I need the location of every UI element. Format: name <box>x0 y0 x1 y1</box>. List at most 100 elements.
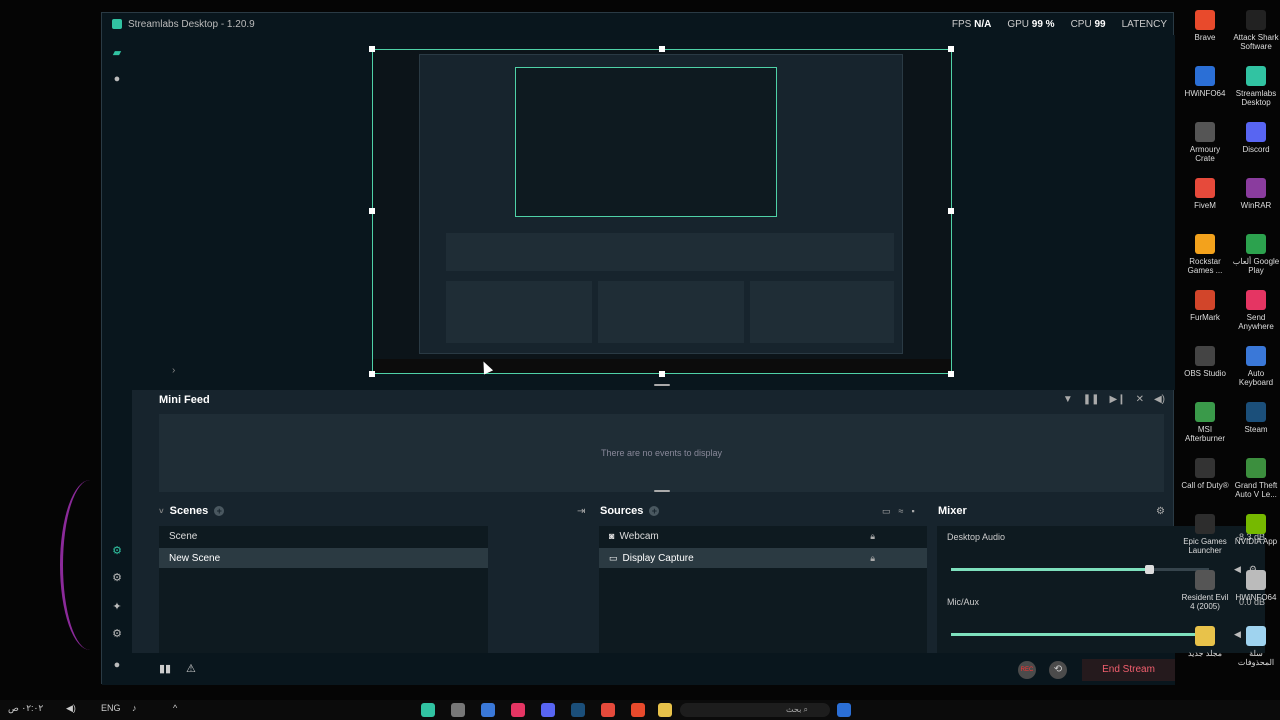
scene-item-new-scene[interactable]: New Scene <box>159 548 488 568</box>
folder-icon[interactable]: ▪ <box>911 506 922 516</box>
streamlabs-taskbar-icon[interactable] <box>421 703 435 717</box>
desktop-icon[interactable]: Resident Evil 4 (2005) <box>1180 570 1230 611</box>
collapse-chevron-icon[interactable]: ˅ <box>159 507 164 516</box>
desktop-icon[interactable]: Discord <box>1231 122 1280 154</box>
mini-feed-toolbar: ▼ ❚❚ ▶❙ ✕ ◀) <box>1063 394 1165 405</box>
volume-slider[interactable] <box>951 565 1209 574</box>
desktop: Streamlabs Desktop - 1.20.9 FPS N/A GPU … <box>0 0 1280 720</box>
desktop-icon[interactable]: WinRAR <box>1231 178 1280 210</box>
windows-start-icon[interactable] <box>837 703 851 717</box>
themes-icon[interactable]: ⚙ <box>111 572 123 584</box>
settings-taskbar-icon[interactable] <box>481 703 495 717</box>
scene-item-scene[interactable]: Scene <box>159 526 488 546</box>
resize-handle-bl[interactable] <box>369 371 375 377</box>
desktop-icon[interactable]: Rockstar Games ... <box>1180 234 1230 275</box>
preview-resize-grip[interactable] <box>654 384 670 386</box>
footer-bar: ▮▮ ⚠ REC ⟲ End Stream <box>132 653 1175 685</box>
show-hidden-icons[interactable]: ^ <box>173 703 177 713</box>
editor-icon[interactable]: ▰ <box>111 47 123 59</box>
group-icon[interactable]: ▭ <box>882 506 899 516</box>
desktop-icon[interactable]: NVIDIA App <box>1231 514 1280 546</box>
highlighter-icon[interactable]: ✦ <box>111 601 123 613</box>
resize-handle-tl[interactable] <box>369 46 375 52</box>
app-icon <box>1246 514 1266 534</box>
language-indicator[interactable]: ENG <box>101 703 121 713</box>
taskbar-search-box[interactable]: بحث ⌕ <box>680 703 830 717</box>
desktop-icon[interactable]: Call of Duty® <box>1180 458 1230 490</box>
desktop-icon-label: Rockstar Games ... <box>1187 257 1223 275</box>
desktop-icon[interactable]: FurMark <box>1180 290 1230 322</box>
app-taskbar-icon[interactable] <box>451 703 465 717</box>
app-icon <box>1195 570 1215 590</box>
volume-slider[interactable] <box>951 630 1213 639</box>
lock-icon[interactable]: 🔒︎ <box>870 553 875 564</box>
display-capture-source[interactable] <box>372 49 952 374</box>
desktop-icon[interactable]: ألعاب Google Play <box>1231 234 1280 275</box>
volume-icon[interactable]: ◀) <box>1154 394 1165 405</box>
app-icon <box>1195 10 1215 30</box>
filter-icon[interactable]: ▼ <box>1063 394 1073 405</box>
app-store-icon[interactable]: ⚙ <box>111 545 123 557</box>
lock-icon[interactable]: 🔒︎ <box>870 531 875 542</box>
desktop-icon[interactable]: Grand Theft Auto V Le... <box>1231 458 1280 499</box>
tiktok-taskbar-icon[interactable] <box>511 703 525 717</box>
nested-sources <box>598 281 744 343</box>
discord-taskbar-icon[interactable] <box>541 703 555 717</box>
desktop-icon[interactable]: MSI Afterburner <box>1180 402 1230 443</box>
desktop-icon[interactable]: FiveM <box>1180 178 1230 210</box>
profile-icon[interactable]: ● <box>111 659 123 671</box>
resize-handle-r[interactable] <box>948 208 954 214</box>
resize-handle-br[interactable] <box>948 371 954 377</box>
microphone-tray-icon[interactable]: ♪ <box>132 703 137 713</box>
record-button[interactable]: REC <box>1018 661 1036 679</box>
end-stream-button[interactable]: End Stream <box>1082 659 1175 681</box>
source-item-display-capture[interactable]: ▭ Display Capture 🔒︎ <box>599 548 927 568</box>
resize-handle-b[interactable] <box>659 371 665 377</box>
steam-taskbar-icon[interactable] <box>571 703 585 717</box>
desktop-icon[interactable]: Epic Games Launcher <box>1180 514 1230 555</box>
record-history-icon[interactable]: ● <box>111 73 123 85</box>
resize-handle-t[interactable] <box>659 46 665 52</box>
desktop-icon[interactable]: Armoury Crate <box>1180 122 1230 163</box>
streamlabs-logo-icon <box>112 19 122 29</box>
volume-tray-icon[interactable]: ◀) <box>66 703 76 714</box>
desktop-icon[interactable]: مجلد جديد <box>1180 626 1230 658</box>
skip-icon[interactable]: ▶❙ <box>1110 394 1126 405</box>
scene-transition-icon[interactable]: ⇥ <box>577 506 585 517</box>
settings-icon[interactable]: ⚙ <box>111 628 123 640</box>
resize-handle-l[interactable] <box>369 208 375 214</box>
clock[interactable]: ٠٢:٠٢ ص <box>8 703 43 714</box>
desktop-icon[interactable]: Send Anywhere <box>1231 290 1280 331</box>
nested-minifeed <box>446 233 894 271</box>
stream-preview[interactable]: › <box>132 35 1175 390</box>
title-bar: Streamlabs Desktop - 1.20.9 FPS N/A GPU … <box>102 13 1173 35</box>
pause-icon[interactable]: ❚❚ <box>1083 394 1100 405</box>
fivem-taskbar-icon[interactable] <box>601 703 615 717</box>
windows-taskbar: ٠٢:٠٢ ص ◀) ENG ♪ ^ بحث ⌕ <box>0 700 1280 720</box>
desktop-icon[interactable]: HWiNFO64 <box>1180 66 1230 98</box>
desktop-icon[interactable]: سلة المحذوفات <box>1231 626 1280 667</box>
app-icon <box>1246 66 1266 86</box>
desktop-icon[interactable]: HWiNFO64 <box>1231 570 1280 602</box>
dashboard-stats-icon[interactable]: ▮▮ <box>159 662 171 675</box>
desktop-icon[interactable]: Streamlabs Desktop <box>1231 66 1280 107</box>
replay-buffer-button[interactable]: ⟲ <box>1049 661 1067 679</box>
mixer-settings-icon[interactable]: ⚙ <box>1156 506 1165 517</box>
file-explorer-taskbar-icon[interactable] <box>658 703 672 717</box>
resize-handle-tr[interactable] <box>948 46 954 52</box>
desktop-icon[interactable]: Steam <box>1231 402 1280 434</box>
volume-slider-knob[interactable] <box>1144 565 1154 574</box>
minifeed-resize-grip[interactable] <box>654 490 670 492</box>
desktop-icon[interactable]: Attack Shark Software <box>1231 10 1280 51</box>
add-source-button[interactable]: + <box>649 506 660 516</box>
expand-sidebar-icon[interactable]: › <box>172 365 175 376</box>
mute-alerts-icon[interactable]: ✕ <box>1136 394 1144 405</box>
desktop-icon[interactable]: OBS Studio <box>1180 346 1230 378</box>
desktop-icon[interactable]: Brave <box>1180 10 1230 42</box>
add-scene-button[interactable]: + <box>214 506 225 516</box>
properties-icon[interactable]: ≈ <box>899 506 912 516</box>
brave-taskbar-icon[interactable] <box>631 703 645 717</box>
source-item-webcam[interactable]: ◙ Webcam 🔒︎ <box>599 526 927 546</box>
alert-box-icon[interactable]: ⚠ <box>186 662 196 675</box>
desktop-icon[interactable]: Auto Keyboard <box>1231 346 1280 387</box>
